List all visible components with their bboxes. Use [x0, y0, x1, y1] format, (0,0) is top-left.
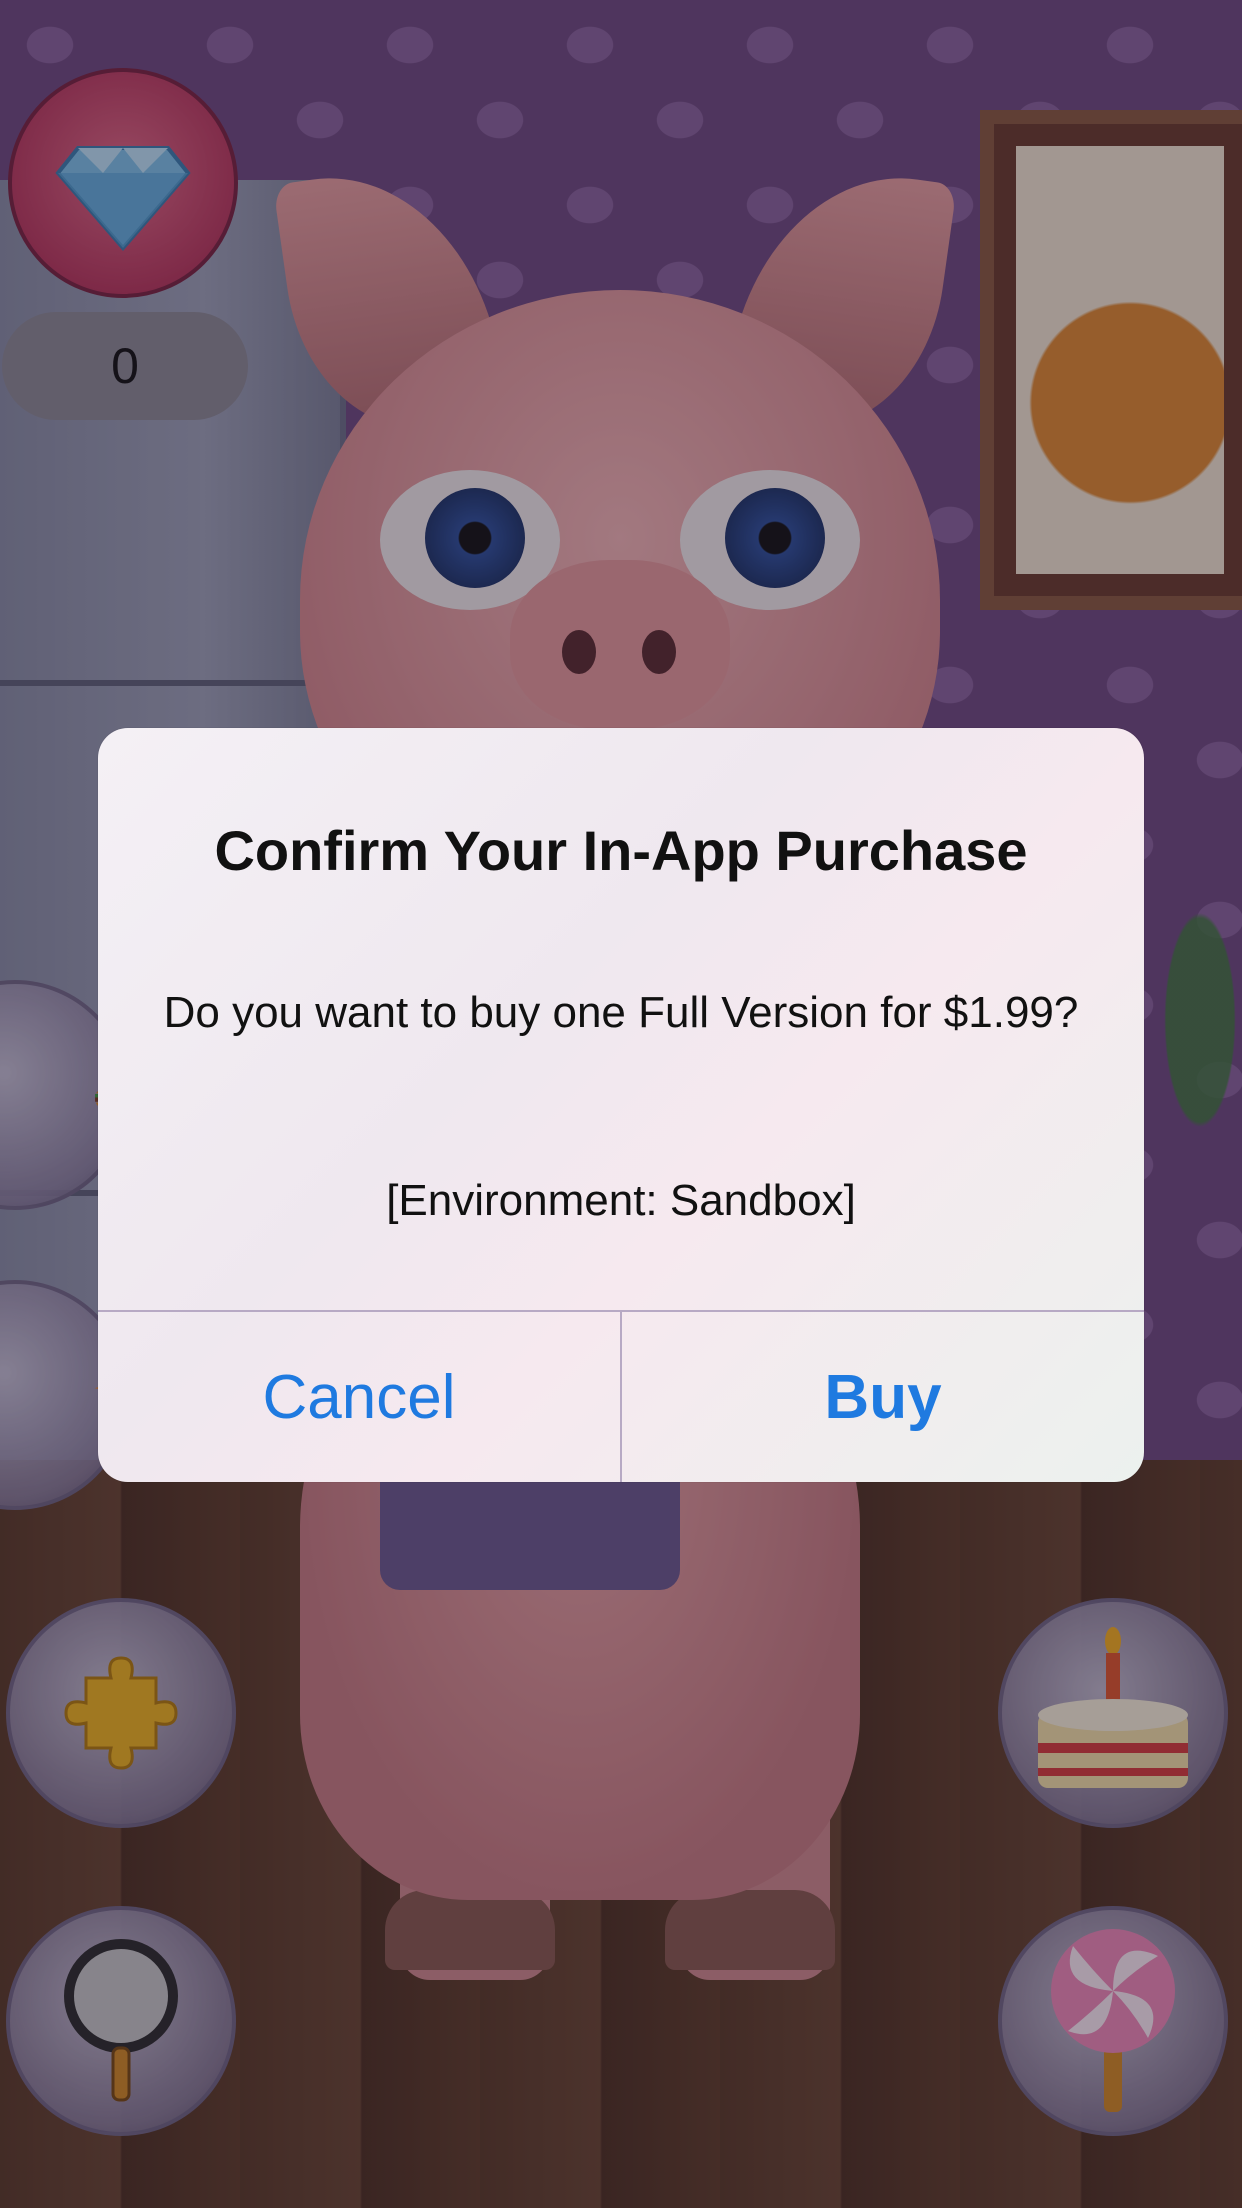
dialog-message: Do you want to buy one Full Version for … — [163, 988, 1079, 1037]
game-scene: 0 Confirm Your In-App Purchase Do you wa… — [0, 0, 1242, 2208]
buy-button[interactable]: Buy — [622, 1312, 1144, 1482]
purchase-confirm-dialog: Confirm Your In-App Purchase Do you want… — [98, 728, 1144, 1482]
dialog-environment-note: [Environment: Sandbox] — [386, 1176, 856, 1225]
dialog-body: Confirm Your In-App Purchase Do you want… — [98, 728, 1144, 1310]
cancel-button[interactable]: Cancel — [98, 1312, 620, 1482]
dialog-title: Confirm Your In-App Purchase — [214, 819, 1028, 882]
